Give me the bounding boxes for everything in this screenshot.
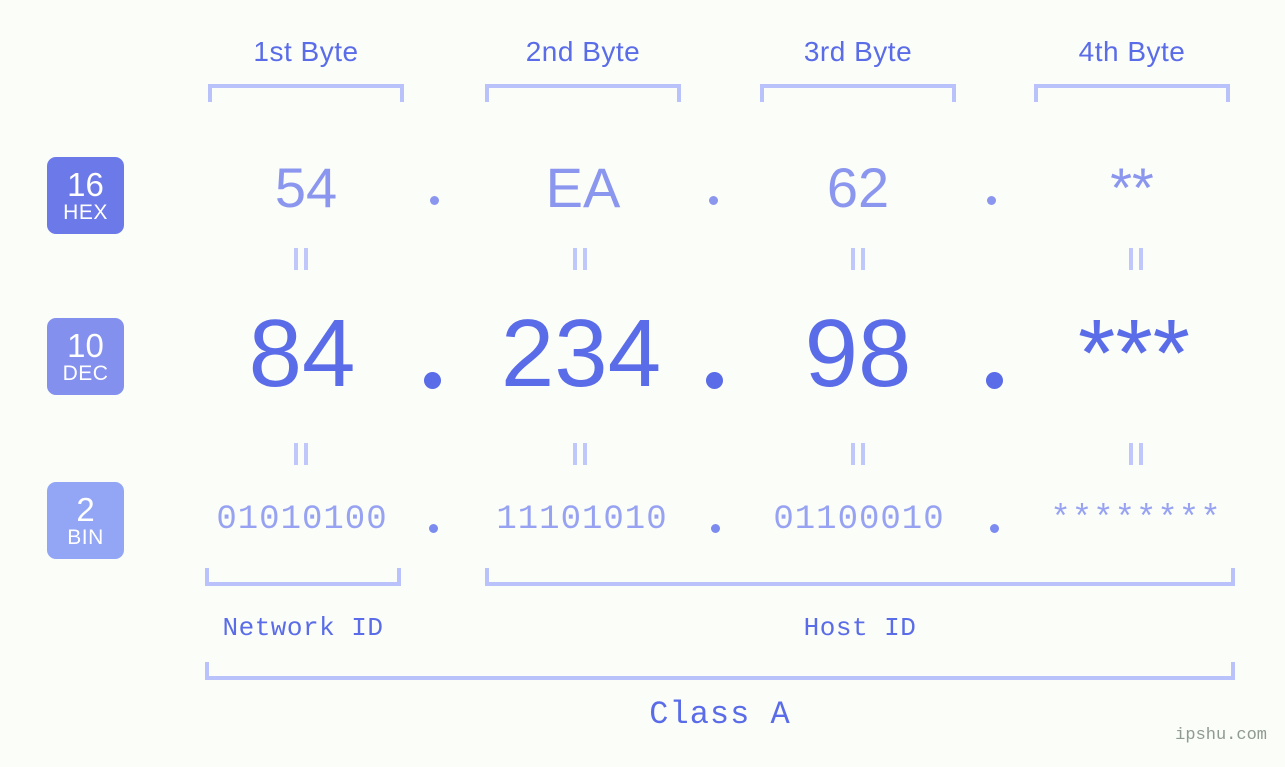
equals-mark-dec-bin-4 (1129, 443, 1143, 465)
equals-mark-hex-dec-1 (294, 248, 308, 270)
hex-octet-4: ** (1110, 156, 1154, 219)
ip-breakdown-diagram: 1st Byte 2nd Byte 3rd Byte 4th Byte 16 H… (0, 0, 1285, 767)
bin-octet-2: 11101010 (496, 501, 668, 539)
byte-header-4: 4th Byte (1078, 36, 1186, 67)
class-bracket (205, 662, 1235, 680)
base-badge-dec: 10 DEC (47, 318, 124, 395)
byte-bracket-top-2 (485, 84, 681, 102)
bin-separator-dot-3 (990, 524, 999, 533)
equals-mark-hex-dec-3 (851, 248, 865, 270)
base-badge-bin-number: 2 (76, 490, 95, 528)
hex-separator-dot-3 (987, 196, 996, 205)
bin-separator-dot-2 (711, 524, 720, 533)
base-badge-hex-abbr: HEX (63, 200, 108, 224)
base-badge-bin: 2 BIN (47, 482, 124, 559)
bin-octet-1: 01010100 (216, 501, 388, 539)
dec-separator-dot-1 (424, 372, 441, 389)
host-id-bracket (485, 568, 1235, 586)
class-label: Class A (649, 696, 791, 733)
dec-separator-dot-2 (706, 372, 723, 389)
hex-octet-1: 54 (274, 156, 338, 219)
byte-bracket-top-3 (760, 84, 956, 102)
hex-octet-2: EA (545, 156, 621, 219)
byte-header-3: 3rd Byte (803, 36, 913, 67)
base-badge-bin-abbr: BIN (67, 525, 104, 549)
site-watermark: ipshu.com (1175, 726, 1267, 745)
dec-octet-1: 84 (248, 300, 356, 407)
dec-separator-dot-3 (986, 372, 1003, 389)
hex-separator-dot-2 (709, 196, 718, 205)
bin-octet-4: ******** (1050, 501, 1222, 539)
network-id-bracket (205, 568, 401, 586)
equals-mark-dec-bin-3 (851, 443, 865, 465)
network-id-label: Network ID (222, 613, 384, 643)
base-badge-hex-number: 16 (67, 165, 104, 203)
byte-bracket-top-4 (1034, 84, 1230, 102)
equals-mark-hex-dec-4 (1129, 248, 1143, 270)
byte-header-1: 1st Byte (253, 36, 359, 67)
bin-separator-dot-1 (429, 524, 438, 533)
base-badge-dec-abbr: DEC (62, 361, 109, 385)
byte-header-2: 2nd Byte (525, 36, 641, 67)
hex-octet-3: 62 (826, 156, 890, 219)
dec-octet-3: 98 (804, 300, 912, 407)
byte-bracket-top-1 (208, 84, 404, 102)
equals-mark-dec-bin-2 (573, 443, 587, 465)
equals-mark-dec-bin-1 (294, 443, 308, 465)
host-id-label: Host ID (803, 613, 917, 643)
dec-octet-2: 234 (500, 300, 662, 407)
base-badge-hex: 16 HEX (47, 157, 124, 234)
base-badge-dec-number: 10 (67, 326, 104, 364)
equals-mark-hex-dec-2 (573, 248, 587, 270)
dec-octet-4: *** (1077, 300, 1191, 407)
hex-separator-dot-1 (430, 196, 439, 205)
bin-octet-3: 01100010 (773, 501, 945, 539)
